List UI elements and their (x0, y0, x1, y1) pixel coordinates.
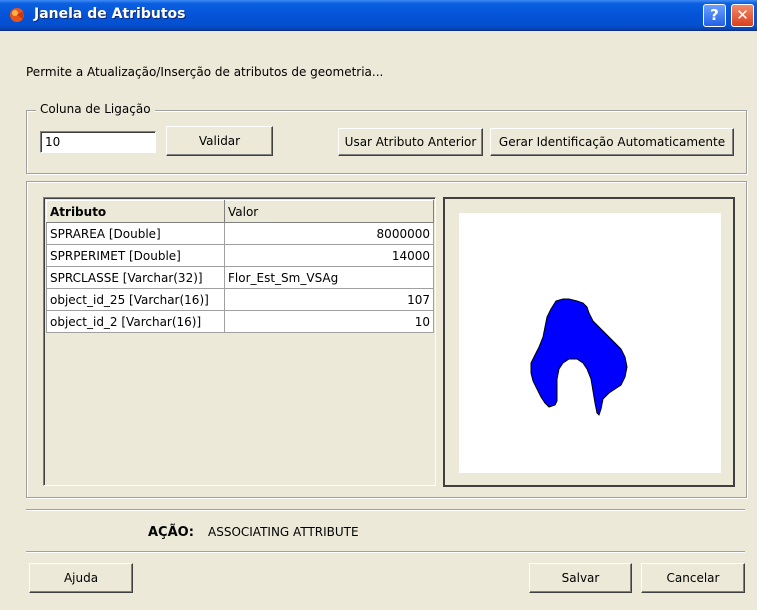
attribute-cell[interactable]: SPRPERIMET [Double] (46, 244, 225, 267)
attribute-cell[interactable]: SPRCLASSE [Varchar(32)] (46, 266, 225, 289)
attribute-grid[interactable]: Atributo Valor SPRAREA [Double] 8000000 … (43, 197, 436, 486)
cancel-label: Cancelar (666, 571, 720, 585)
title-bar: Janela de Atributos ? ✕ (0, 0, 757, 31)
table-row[interactable]: object_id_2 [Varchar(16)] 10 (46, 310, 434, 333)
attribute-table: Atributo Valor SPRAREA [Double] 8000000 … (46, 200, 434, 333)
table-row[interactable]: SPRCLASSE [Varchar(32)] Flor_Est_Sm_VSAg (46, 266, 434, 289)
column-header-attribute[interactable]: Atributo (46, 200, 225, 223)
validate-button[interactable]: Validar (166, 126, 273, 156)
cancel-button[interactable]: Cancelar (641, 563, 745, 593)
help-label: Ajuda (63, 571, 99, 585)
separator (26, 509, 745, 511)
grid-header-row: Atributo Valor (46, 200, 434, 223)
save-button[interactable]: Salvar (529, 563, 632, 593)
attribute-cell[interactable]: object_id_25 [Varchar(16)] (46, 288, 225, 311)
auto-id-button[interactable]: Gerar Identificação Automaticamente (490, 128, 734, 156)
value-cell[interactable]: Flor_Est_Sm_VSAg (224, 266, 434, 289)
help-button[interactable]: Ajuda (29, 563, 133, 593)
attribute-cell[interactable]: object_id_2 [Varchar(16)] (46, 310, 225, 333)
column-header-value[interactable]: Valor (224, 200, 434, 223)
use-previous-attribute-button[interactable]: Usar Atributo Anterior (338, 128, 483, 156)
close-button[interactable]: ✕ (731, 4, 754, 27)
value-cell[interactable]: 107 (224, 288, 434, 311)
table-row[interactable]: SPRPERIMET [Double] 14000 (46, 244, 434, 267)
attribute-cell[interactable]: SPRAREA [Double] (46, 222, 225, 245)
table-row[interactable]: SPRAREA [Double] 8000000 (46, 222, 434, 245)
help-title-button[interactable]: ? (703, 4, 726, 27)
geometry-shape (530, 298, 628, 416)
value-cell[interactable]: 8000000 (224, 222, 434, 245)
validate-label: Validar (198, 134, 241, 148)
action-value: ASSOCIATING ATTRIBUTE (208, 525, 359, 539)
description-text: Permite a Atualização/Inserção de atribu… (26, 65, 384, 79)
table-row[interactable]: object_id_25 [Varchar(16)] 107 (46, 288, 434, 311)
window-title: Janela de Atributos (34, 6, 186, 22)
geometry-preview (443, 197, 735, 487)
link-column-input[interactable] (40, 131, 156, 153)
preview-canvas (459, 213, 721, 473)
value-cell[interactable]: 10 (224, 310, 434, 333)
auto-id-label: Gerar Identificação Automaticamente (498, 135, 726, 149)
link-column-label: Coluna de Ligação (36, 102, 155, 116)
value-cell[interactable]: 14000 (224, 244, 434, 267)
save-label: Salvar (561, 571, 600, 585)
separator (26, 551, 745, 553)
app-icon (10, 8, 24, 22)
use-previous-label: Usar Atributo Anterior (344, 135, 477, 149)
action-label: AÇÃO: (148, 525, 194, 540)
